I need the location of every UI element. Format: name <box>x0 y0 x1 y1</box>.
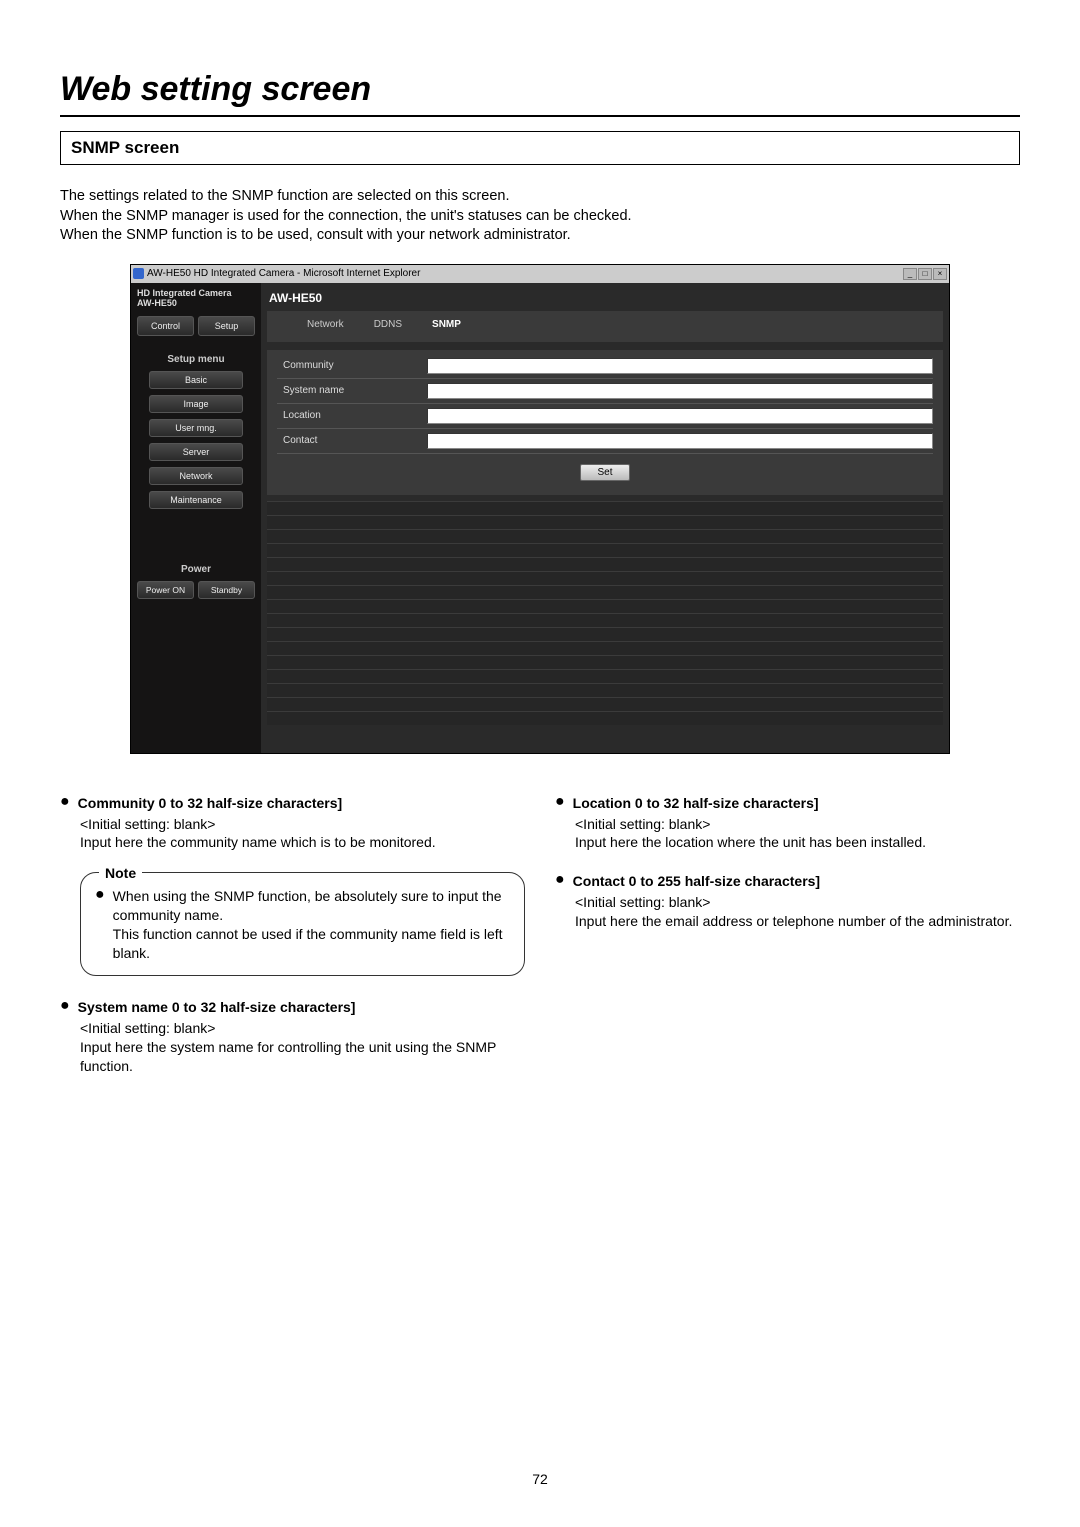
window-titlebar: AW-HE50 HD Integrated Camera - Microsoft… <box>131 265 949 283</box>
minimize-button[interactable]: _ <box>903 268 917 280</box>
standby-button[interactable]: Standby <box>198 581 255 599</box>
sub-tabs: Network DDNS SNMP <box>267 311 943 342</box>
power-on-button[interactable]: Power ON <box>137 581 194 599</box>
setup-menu-label: Setup menu <box>131 346 261 371</box>
menu-image[interactable]: Image <box>149 395 243 413</box>
set-button[interactable]: Set <box>580 464 629 481</box>
page-number: 72 <box>0 1471 1080 1487</box>
snmp-form: Community System name Location Cont <box>267 350 943 495</box>
system-name-initial: <Initial setting: blank> <box>80 1019 525 1038</box>
community-input[interactable] <box>427 358 933 374</box>
bullet-icon: ● <box>60 998 70 1017</box>
tab-setup[interactable]: Setup <box>198 316 255 336</box>
note-title: Note <box>99 864 142 883</box>
bullet-icon: ● <box>555 872 565 891</box>
bullet-icon: ● <box>95 887 105 963</box>
desc-left-column: ● Community 0 to 32 half-size characters]… <box>60 794 525 1096</box>
location-initial: <Initial setting: blank> <box>575 815 1020 834</box>
system-name-input[interactable] <box>427 383 933 399</box>
tab-control[interactable]: Control <box>137 316 194 336</box>
maximize-button[interactable]: □ <box>918 268 932 280</box>
tab-ddns[interactable]: DDNS <box>374 319 402 330</box>
community-initial: <Initial setting: blank> <box>80 815 525 834</box>
window-title: AW-HE50 HD Integrated Camera - Microsoft… <box>147 268 420 279</box>
page-title: Web setting screen <box>60 70 1020 109</box>
system-name-label: System name <box>277 385 427 396</box>
contact-label: Contact <box>277 435 427 446</box>
system-name-body: Input here the system name for controlli… <box>80 1038 525 1076</box>
menu-network[interactable]: Network <box>149 467 243 485</box>
sidebar-header: HD Integrated Camera AW-HE50 <box>131 283 261 317</box>
tab-network[interactable]: Network <box>307 319 344 330</box>
menu-server[interactable]: Server <box>149 443 243 461</box>
intro-line: When the SNMP manager is used for the co… <box>60 207 1020 227</box>
bullet-icon: ● <box>60 794 70 813</box>
system-name-head: System name 0 to 32 half-size characters… <box>78 998 356 1017</box>
tab-snmp[interactable]: SNMP <box>432 319 461 330</box>
contact-body: Input here the email address or telephon… <box>575 912 1020 931</box>
note-box: Note ● When using the SNMP function, be … <box>80 872 525 976</box>
contact-input[interactable] <box>427 433 933 449</box>
section-title: SNMP screen <box>71 138 1009 158</box>
model-title: AW-HE50 <box>267 291 943 311</box>
community-label: Community <box>277 360 427 371</box>
intro-line: When the SNMP function is to be used, co… <box>60 226 1020 246</box>
location-head: Location 0 to 32 half-size characters] <box>573 794 819 813</box>
intro-text: The settings related to the SNMP functio… <box>60 187 1020 246</box>
menu-basic[interactable]: Basic <box>149 371 243 389</box>
contact-head: Contact 0 to 255 half-size characters] <box>573 872 820 891</box>
note-body: When using the SNMP function, be absolut… <box>113 887 510 963</box>
sidebar: HD Integrated Camera AW-HE50 Control Set… <box>131 283 261 753</box>
ie-icon <box>133 268 144 279</box>
intro-line: The settings related to the SNMP functio… <box>60 187 1020 207</box>
title-rule <box>60 115 1020 117</box>
close-button[interactable]: × <box>933 268 947 280</box>
power-label: Power <box>131 564 261 575</box>
community-body: Input here the community name which is t… <box>80 833 525 852</box>
location-label: Location <box>277 410 427 421</box>
location-input[interactable] <box>427 408 933 424</box>
contact-initial: <Initial setting: blank> <box>575 893 1020 912</box>
browser-window: AW-HE50 HD Integrated Camera - Microsoft… <box>130 264 950 754</box>
section-box: SNMP screen <box>60 131 1020 165</box>
menu-user-mng[interactable]: User mng. <box>149 419 243 437</box>
location-body: Input here the location where the unit h… <box>575 833 1020 852</box>
main-pane: AW-HE50 Network DDNS SNMP Community Syst… <box>261 283 949 753</box>
desc-right-column: ●Location 0 to 32 half-size characters] … <box>555 794 1020 1096</box>
decorative-lines <box>267 501 943 725</box>
community-head: Community 0 to 32 half-size characters] <box>78 794 343 813</box>
bullet-icon: ● <box>555 794 565 813</box>
menu-maintenance[interactable]: Maintenance <box>149 491 243 509</box>
